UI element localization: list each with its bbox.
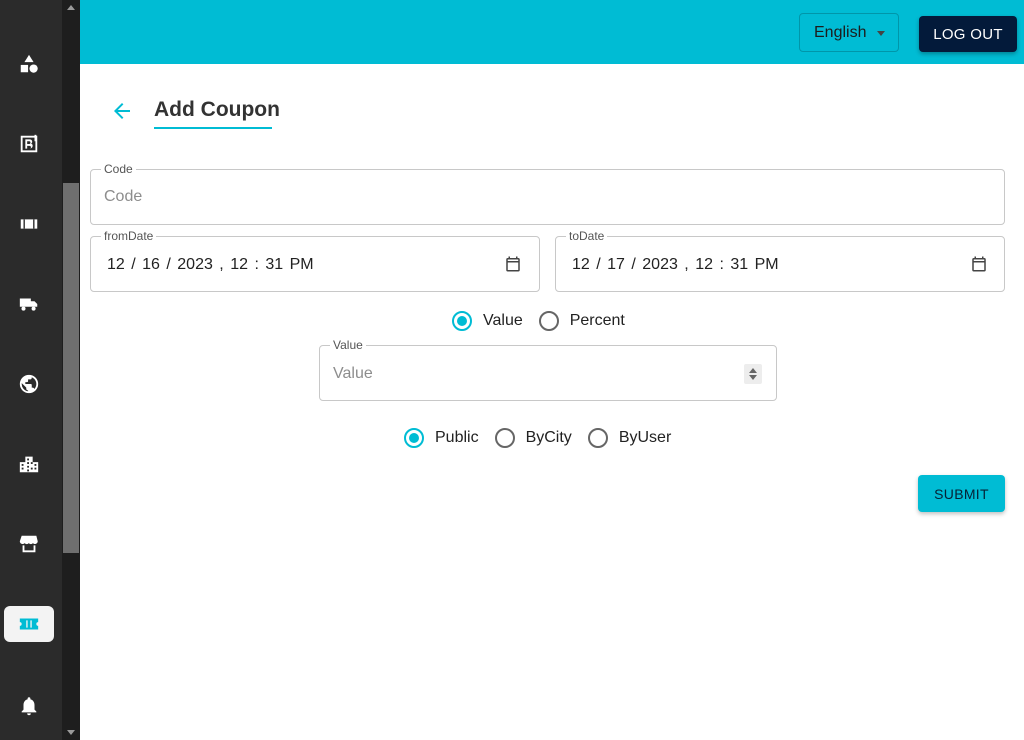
ticket-icon	[20, 219, 38, 229]
title-underline	[154, 127, 272, 129]
value-label: Value	[330, 337, 366, 353]
sidebar-item-notifications[interactable]	[4, 688, 54, 724]
radio-circle-unchecked[interactable]	[494, 428, 515, 448]
logout-button[interactable]: LOG OUT	[919, 16, 1017, 52]
discount-type-group: Value Percent	[452, 311, 641, 331]
to-date-field[interactable]: toDate 12 / 17 / 2023 , 12 : 31 PM	[555, 228, 1005, 292]
store-icon	[19, 535, 38, 553]
scroll-up-arrow[interactable]	[62, 0, 80, 16]
sidebar-item-coupons[interactable]	[4, 606, 54, 642]
sidebar-item-tickets[interactable]	[4, 206, 54, 242]
radio-value[interactable]: Value	[452, 311, 523, 331]
coupon-icon	[19, 618, 39, 630]
radio-circle-checked[interactable]	[452, 311, 472, 331]
sidebar-item-cities[interactable]	[4, 446, 54, 482]
to-date-value[interactable]: 12 / 17 / 2023 , 12 : 31 PM	[572, 256, 779, 274]
scroll-down-arrow[interactable]	[62, 724, 80, 740]
from-date-label: fromDate	[101, 228, 157, 244]
number-spinner[interactable]	[744, 364, 762, 384]
city-icon	[19, 456, 39, 473]
chevron-down-icon	[67, 730, 75, 735]
radio-byuser[interactable]: ByUser	[587, 428, 672, 448]
calendar-icon[interactable]	[504, 255, 522, 273]
scroll-thumb[interactable]	[63, 183, 79, 553]
code-label: Code	[101, 161, 136, 177]
sidebar-nav	[0, 0, 62, 740]
radio-byuser-label: ByUser	[618, 429, 672, 446]
delivery-truck-icon	[19, 298, 38, 311]
radio-bycity-label: ByCity	[525, 429, 572, 446]
sidebar-item-delivery[interactable]	[4, 286, 54, 322]
radio-percent[interactable]: Percent	[538, 311, 625, 331]
globe-icon	[19, 374, 39, 394]
dropdown-caret-icon	[877, 31, 885, 36]
sidebar-item-stores[interactable]	[4, 526, 54, 562]
code-input[interactable]: Code	[104, 188, 142, 206]
sidebar	[0, 0, 80, 740]
scope-group: Public ByCity ByUser	[404, 428, 687, 448]
page-title: Add Coupon	[154, 98, 280, 121]
radio-public-label: Public	[435, 429, 479, 446]
radio-bycity[interactable]: ByCity	[494, 428, 572, 448]
radio-circle-checked[interactable]	[404, 428, 424, 448]
bell-icon	[21, 697, 37, 716]
from-date-value[interactable]: 12 / 16 / 2023 , 12 : 31 PM	[107, 256, 314, 274]
to-date-label: toDate	[566, 228, 608, 244]
code-field[interactable]: Code Code	[90, 161, 1005, 225]
language-value: English	[814, 23, 867, 41]
radio-circle-unchecked[interactable]	[587, 428, 608, 448]
radio-percent-label: Percent	[569, 312, 625, 329]
back-button[interactable]	[110, 99, 134, 123]
sidebar-item-brands[interactable]	[4, 126, 54, 162]
spinner-arrows-icon	[749, 368, 757, 380]
from-date-field[interactable]: fromDate 12 / 16 / 2023 , 12 : 31 PM	[90, 228, 540, 292]
radio-public[interactable]: Public	[404, 428, 479, 448]
shapes-icon	[20, 54, 38, 73]
value-field[interactable]: Value Value	[319, 337, 777, 401]
sidebar-scrollbar[interactable]	[62, 0, 80, 740]
radio-circle-unchecked[interactable]	[538, 311, 559, 331]
calendar-icon[interactable]	[970, 255, 988, 273]
chevron-up-icon	[67, 5, 75, 10]
arrow-back-icon	[114, 103, 130, 119]
top-app-bar: English LOG OUT	[80, 0, 1024, 64]
brand-icon	[20, 134, 38, 153]
sidebar-item-countries[interactable]	[4, 366, 54, 402]
value-input[interactable]: Value	[333, 365, 373, 383]
language-select[interactable]: English	[799, 13, 899, 52]
sidebar-item-shapes[interactable]	[4, 46, 54, 82]
submit-button[interactable]: SUBMIT	[918, 475, 1005, 512]
radio-value-label: Value	[483, 312, 523, 329]
